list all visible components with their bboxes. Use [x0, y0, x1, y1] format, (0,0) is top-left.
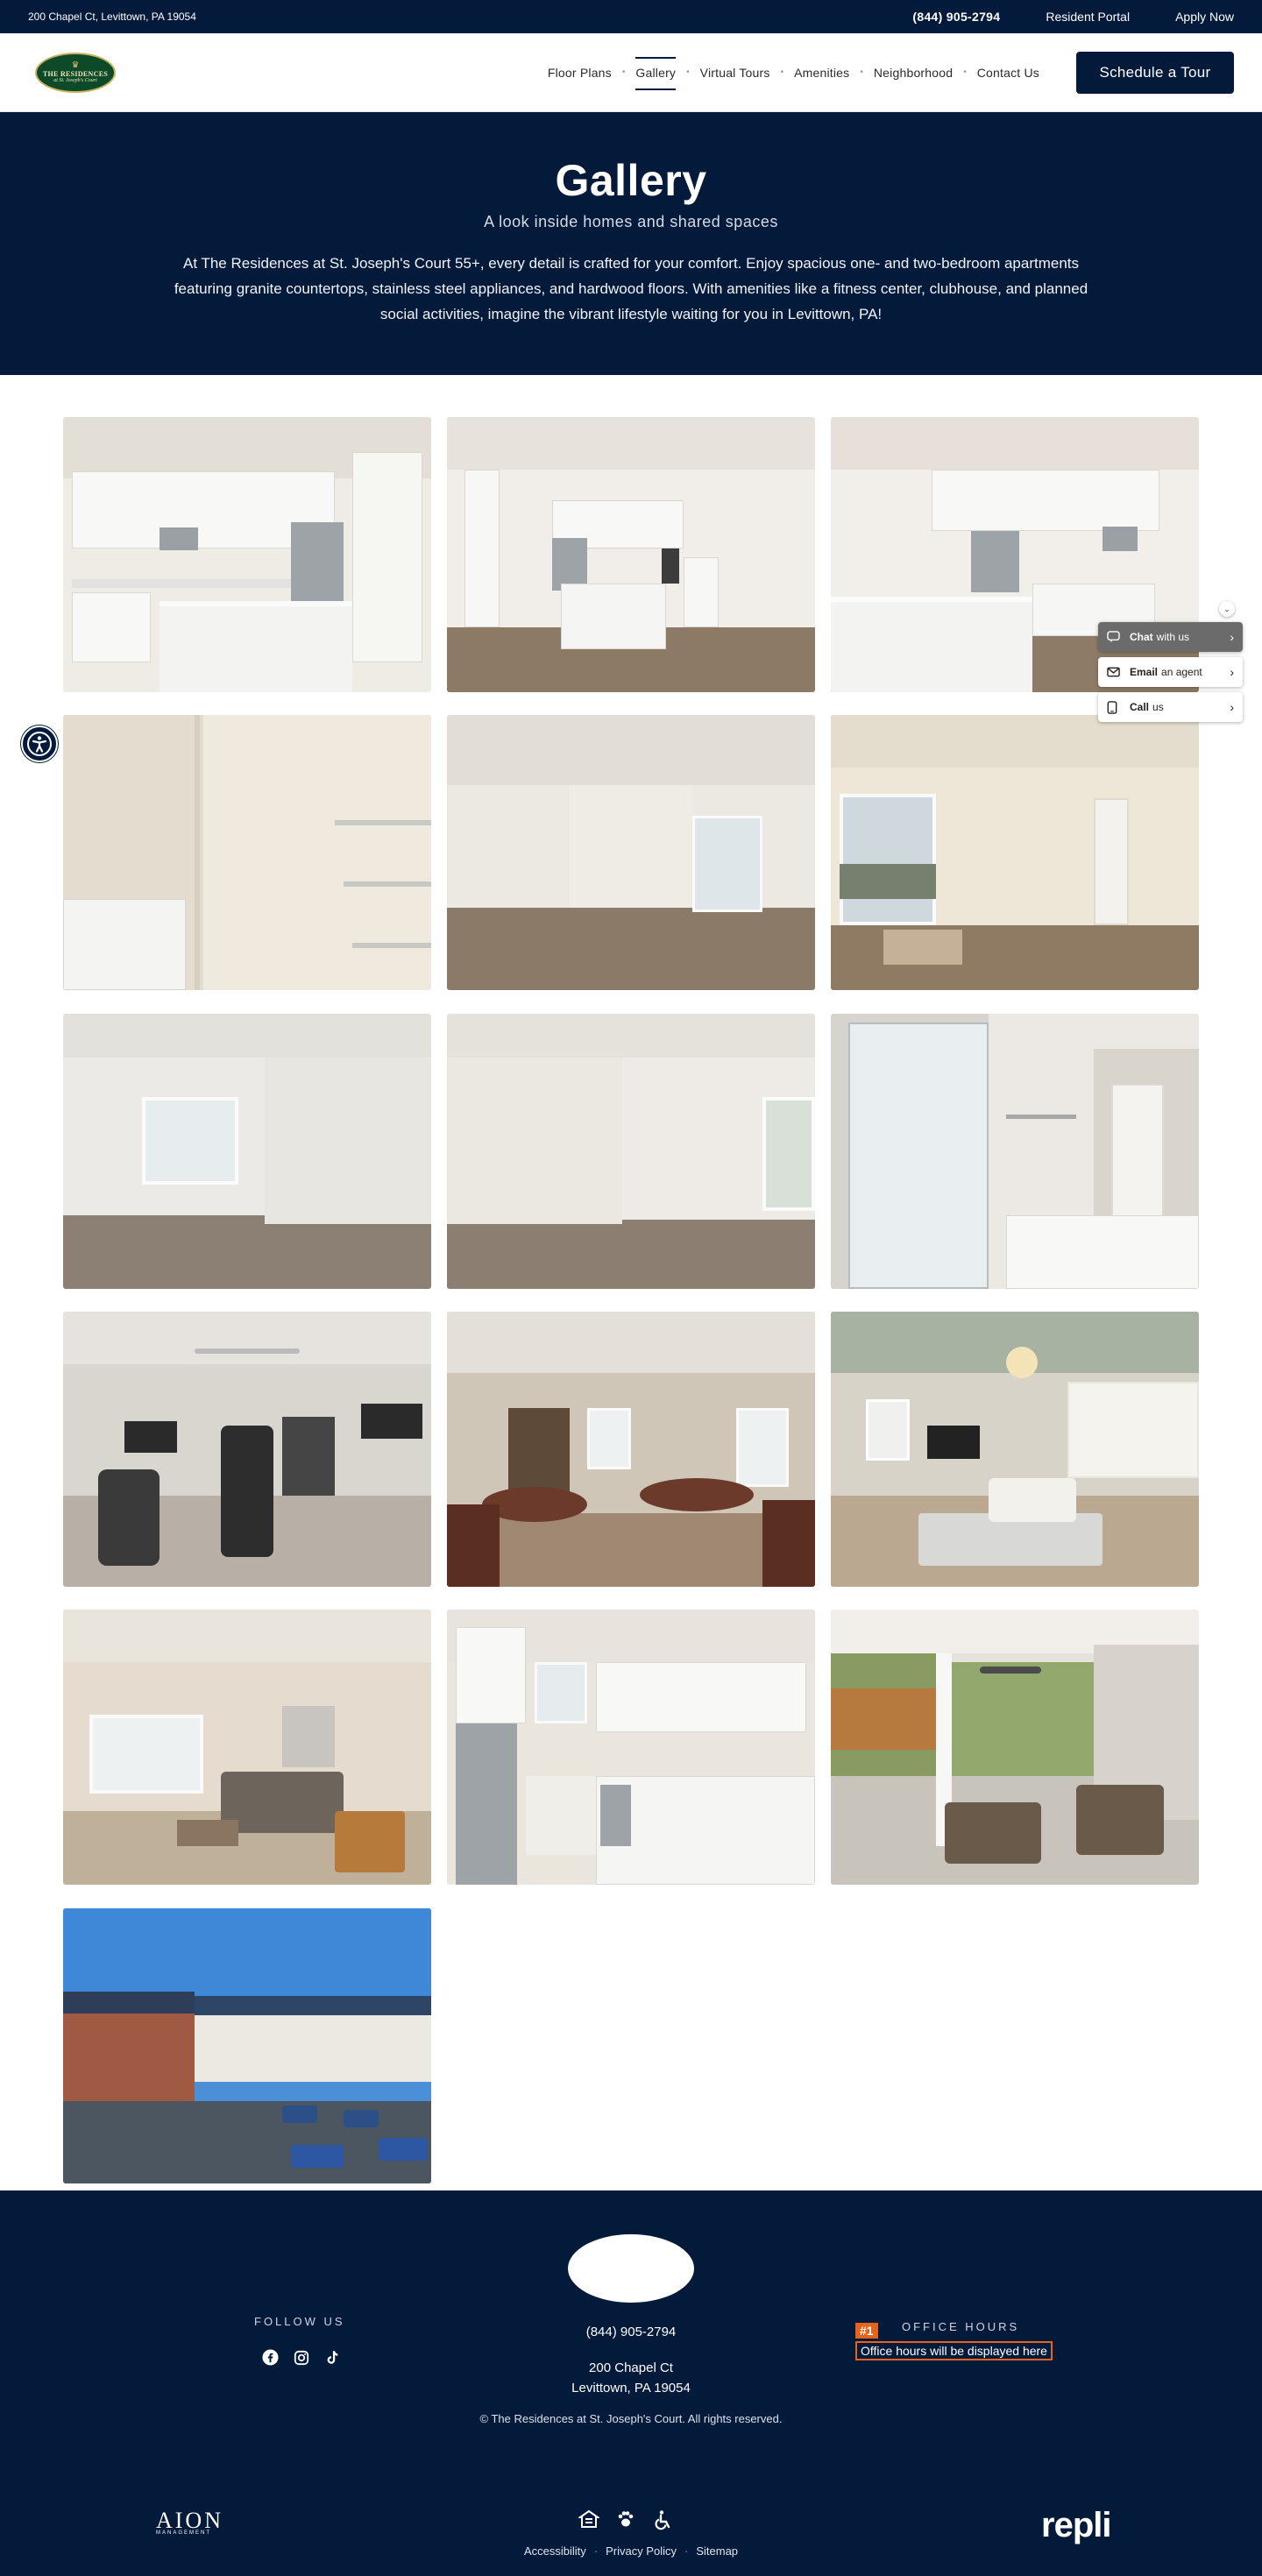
chat-icon — [1107, 631, 1123, 643]
equal-housing-icon — [577, 2509, 601, 2535]
privacy-policy-link[interactable]: Privacy Policy — [606, 2544, 677, 2558]
gallery-photo-clubhouse-kitchen[interactable] — [447, 1610, 815, 1886]
gallery-photo-bedroom[interactable] — [63, 1013, 431, 1289]
sitemap-link[interactable]: Sitemap — [696, 2544, 738, 2558]
chat-with-us-button[interactable]: Chat with us › — [1098, 622, 1243, 652]
accessibility-widget-button[interactable] — [21, 725, 58, 762]
chat-label-bold: Chat — [1130, 631, 1153, 643]
schedule-tour-button[interactable]: Schedule a Tour — [1076, 51, 1234, 94]
nav-contact-us[interactable]: Contact Us — [977, 60, 1039, 85]
nav-neighborhood[interactable]: Neighborhood — [874, 60, 953, 85]
gallery-photo-living-room[interactable] — [447, 715, 815, 991]
top-phone-link[interactable]: (844) 905-2794 — [912, 10, 1000, 24]
chevron-right-icon: › — [1230, 630, 1234, 644]
intro-paragraph: At The Residences at St. Joseph's Court … — [174, 254, 1088, 322]
page-title: Gallery — [555, 156, 707, 205]
gallery-photo-covered-patio[interactable] — [831, 1610, 1199, 1886]
contact-widget: ⌄ Chat with us › Email an agent › Call us › — [1098, 601, 1243, 727]
management-name: AION — [156, 2508, 223, 2533]
page: 200 Chapel Ct, Levittown, PA 19054 (844)… — [0, 0, 1262, 2576]
call-label: us — [1152, 701, 1164, 713]
logo-line1: THE RESIDENCES — [42, 70, 109, 78]
email-label-bold: Email — [1130, 666, 1159, 678]
nav-floor-plans[interactable]: Floor Plans — [548, 60, 612, 85]
footer-address: 200 Chapel Ct Levittown, PA 19054 — [0, 2358, 1262, 2398]
top-links: (844) 905-2794 Resident Portal Apply Now — [912, 10, 1234, 24]
email-agent-button[interactable]: Email an agent › — [1098, 657, 1243, 687]
link-separator: · — [593, 2544, 599, 2558]
gallery-photo-kitchen[interactable] — [63, 417, 431, 692]
nav-menu: Floor Plans • Gallery • Virtual Tours • … — [548, 56, 1039, 90]
pet-friendly-icon — [615, 2509, 636, 2535]
main-navigation: ♛ THE RESIDENCES at St. Joseph's Court F… — [0, 33, 1262, 112]
photo-gallery — [0, 375, 1262, 2190]
gallery-photo-clubhouse-seating[interactable] — [63, 1610, 431, 1886]
top-address[interactable]: 200 Chapel Ct, Levittown, PA 19054 — [28, 11, 196, 23]
envelope-icon — [1107, 667, 1123, 677]
footer-links: Accessibility · Privacy Policy · Sitemap — [0, 2544, 1262, 2558]
gallery-photo-living-room-patio-door[interactable] — [831, 715, 1199, 991]
call-us-button[interactable]: Call us › — [1098, 692, 1243, 722]
chevron-right-icon: › — [1230, 700, 1234, 714]
footer-address-line2: Levittown, PA 19054 — [571, 2381, 691, 2396]
footer-phone[interactable]: (844) 905-2794 — [0, 2325, 1262, 2339]
nav-gallery[interactable]: Gallery — [635, 56, 676, 90]
gallery-photo-game-room[interactable] — [447, 1311, 815, 1587]
nav-separator: • — [860, 67, 863, 77]
gallery-photo-kitchen-wide[interactable] — [447, 417, 815, 692]
nav-virtual-tours[interactable]: Virtual Tours — [700, 60, 770, 85]
email-label: an agent — [1161, 666, 1202, 678]
chat-label: with us — [1156, 631, 1190, 643]
management-logo[interactable]: AION MANAGEMENT — [156, 2508, 223, 2536]
hero-section: Gallery A look inside homes and shared s… — [0, 112, 1262, 375]
footer: FOLLOW US (844) 905-2794 200 Chapel Ct L… — [0, 2190, 1262, 2576]
gallery-photo-fitness-center[interactable] — [63, 1311, 431, 1587]
footer-logo[interactable] — [568, 2234, 694, 2303]
gallery-photo-laundry-closet[interactable] — [63, 715, 431, 991]
link-separator: · — [684, 2544, 689, 2558]
logo[interactable]: ♛ THE RESIDENCES at St. Joseph's Court — [35, 52, 116, 93]
nav-separator: • — [780, 67, 784, 77]
gallery-photo-bedroom-corner[interactable] — [447, 1013, 815, 1289]
gallery-photo-building-exterior[interactable] — [63, 1907, 431, 2183]
phone-icon — [1107, 700, 1123, 714]
accessibility-link[interactable]: Accessibility — [524, 2544, 586, 2558]
nav-separator: • — [621, 67, 626, 77]
nav-separator: • — [686, 67, 690, 77]
nav-right: Floor Plans • Gallery • Virtual Tours • … — [548, 51, 1234, 94]
accessibility-icon — [27, 732, 52, 756]
nav-amenities[interactable]: Amenities — [794, 60, 849, 85]
wheelchair-icon — [652, 2509, 673, 2535]
office-hours-badge: #1 — [855, 2323, 878, 2339]
resident-portal-link[interactable]: Resident Portal — [1046, 10, 1130, 24]
repli-logo[interactable]: repli — [1041, 2506, 1111, 2545]
nav-separator: • — [963, 67, 967, 77]
chevron-right-icon: › — [1230, 665, 1234, 679]
top-bar: 200 Chapel Ct, Levittown, PA 19054 (844)… — [0, 0, 1262, 33]
logo-line2: at St. Joseph's Court — [53, 78, 97, 83]
gallery-photo-clubhouse-lounge[interactable] — [831, 1311, 1199, 1587]
office-hours-title: OFFICE HOURS — [902, 2320, 1020, 2333]
chevron-down-icon[interactable]: ⌄ — [1219, 601, 1235, 617]
office-hours-text: Office hours will be displayed here — [855, 2341, 1053, 2360]
gallery-photo-bathroom[interactable] — [831, 1013, 1199, 1289]
call-label-bold: Call — [1130, 701, 1150, 713]
footer-address-line1: 200 Chapel Ct — [589, 2360, 673, 2375]
compliance-icons — [577, 2509, 673, 2535]
page-subtitle: A look inside homes and shared spaces — [484, 212, 778, 230]
copyright: © The Residences at St. Joseph's Court. … — [479, 2412, 783, 2425]
crest-icon: ♛ — [71, 60, 80, 70]
apply-now-link[interactable]: Apply Now — [1175, 10, 1234, 24]
